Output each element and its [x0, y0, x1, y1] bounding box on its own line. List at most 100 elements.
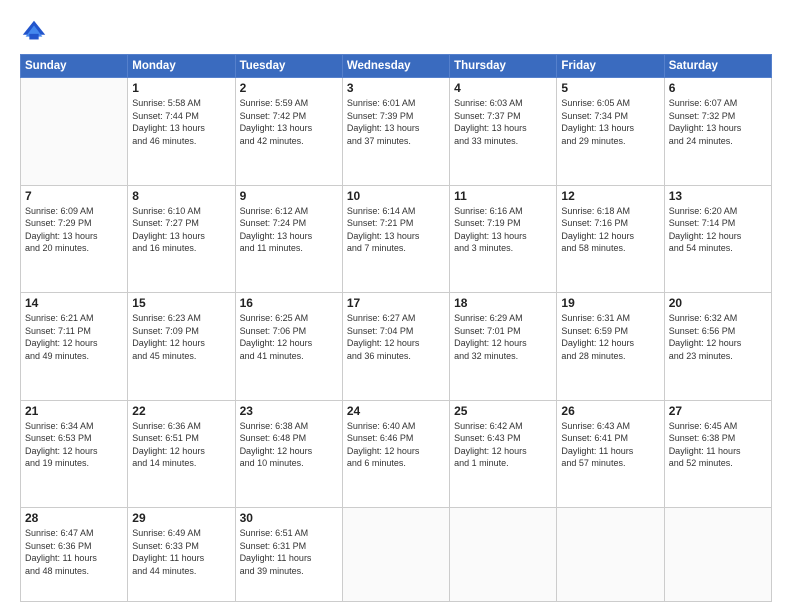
calendar-cell: 10 Sunrise: 6:14 AM Sunset: 7:21 PM Dayli…	[342, 185, 449, 293]
calendar-cell: 25 Sunrise: 6:42 AM Sunset: 6:43 PM Dayli…	[450, 400, 557, 508]
day-info: Sunrise: 6:29 AM Sunset: 7:01 PM Dayligh…	[454, 312, 552, 362]
calendar-cell: 22 Sunrise: 6:36 AM Sunset: 6:51 PM Dayli…	[128, 400, 235, 508]
calendar-cell: 12 Sunrise: 6:18 AM Sunset: 7:16 PM Dayli…	[557, 185, 664, 293]
day-info: Sunrise: 6:36 AM Sunset: 6:51 PM Dayligh…	[132, 420, 230, 470]
day-number: 9	[240, 189, 338, 203]
calendar-cell: 13 Sunrise: 6:20 AM Sunset: 7:14 PM Dayli…	[664, 185, 771, 293]
day-info: Sunrise: 6:01 AM Sunset: 7:39 PM Dayligh…	[347, 97, 445, 147]
logo-icon	[20, 18, 48, 46]
day-number: 14	[25, 296, 123, 310]
calendar-cell: 18 Sunrise: 6:29 AM Sunset: 7:01 PM Dayli…	[450, 293, 557, 401]
day-info: Sunrise: 6:43 AM Sunset: 6:41 PM Dayligh…	[561, 420, 659, 470]
calendar-cell: 14 Sunrise: 6:21 AM Sunset: 7:11 PM Dayli…	[21, 293, 128, 401]
day-info: Sunrise: 6:31 AM Sunset: 6:59 PM Dayligh…	[561, 312, 659, 362]
day-info: Sunrise: 6:32 AM Sunset: 6:56 PM Dayligh…	[669, 312, 767, 362]
day-info: Sunrise: 6:12 AM Sunset: 7:24 PM Dayligh…	[240, 205, 338, 255]
calendar-cell: 9 Sunrise: 6:12 AM Sunset: 7:24 PM Daylig…	[235, 185, 342, 293]
calendar-cell: 4 Sunrise: 6:03 AM Sunset: 7:37 PM Daylig…	[450, 78, 557, 186]
weekday-header-row: SundayMondayTuesdayWednesdayThursdayFrid…	[21, 55, 772, 78]
calendar-cell: 29 Sunrise: 6:49 AM Sunset: 6:33 PM Dayli…	[128, 508, 235, 602]
day-number: 18	[454, 296, 552, 310]
day-number: 25	[454, 404, 552, 418]
calendar-cell: 20 Sunrise: 6:32 AM Sunset: 6:56 PM Dayli…	[664, 293, 771, 401]
day-info: Sunrise: 6:47 AM Sunset: 6:36 PM Dayligh…	[25, 527, 123, 577]
calendar-week-2: 7Sunrise: 6:09 AM Sunset: 7:29 PM Daylig…	[21, 185, 772, 293]
day-number: 28	[25, 511, 123, 525]
day-number: 22	[132, 404, 230, 418]
header	[20, 18, 772, 46]
day-number: 19	[561, 296, 659, 310]
day-number: 20	[669, 296, 767, 310]
day-info: Sunrise: 6:49 AM Sunset: 6:33 PM Dayligh…	[132, 527, 230, 577]
day-number: 8	[132, 189, 230, 203]
day-info: Sunrise: 6:10 AM Sunset: 7:27 PM Dayligh…	[132, 205, 230, 255]
day-info: Sunrise: 6:27 AM Sunset: 7:04 PM Dayligh…	[347, 312, 445, 362]
day-info: Sunrise: 6:51 AM Sunset: 6:31 PM Dayligh…	[240, 527, 338, 577]
calendar-cell: 11Sunrise: 6:16 AM Sunset: 7:19 PM Dayli…	[450, 185, 557, 293]
calendar-cell	[21, 78, 128, 186]
day-info: Sunrise: 6:14 AM Sunset: 7:21 PM Dayligh…	[347, 205, 445, 255]
calendar-cell: 19 Sunrise: 6:31 AM Sunset: 6:59 PM Dayli…	[557, 293, 664, 401]
day-info: Sunrise: 6:21 AM Sunset: 7:11 PM Dayligh…	[25, 312, 123, 362]
weekday-header-wednesday: Wednesday	[342, 55, 449, 78]
calendar-cell	[342, 508, 449, 602]
calendar-cell: 15Sunrise: 6:23 AM Sunset: 7:09 PM Dayli…	[128, 293, 235, 401]
calendar-cell: 24 Sunrise: 6:40 AM Sunset: 6:46 PM Dayli…	[342, 400, 449, 508]
calendar-week-1: 1 Sunrise: 5:58 AM Sunset: 7:44 PM Daylig…	[21, 78, 772, 186]
calendar-cell: 27Sunrise: 6:45 AM Sunset: 6:38 PM Dayli…	[664, 400, 771, 508]
weekday-header-thursday: Thursday	[450, 55, 557, 78]
day-number: 12	[561, 189, 659, 203]
day-info: Sunrise: 5:58 AM Sunset: 7:44 PM Dayligh…	[132, 97, 230, 147]
day-info: Sunrise: 6:40 AM Sunset: 6:46 PM Dayligh…	[347, 420, 445, 470]
day-number: 6	[669, 81, 767, 95]
calendar-cell	[557, 508, 664, 602]
weekday-header-monday: Monday	[128, 55, 235, 78]
day-number: 10	[347, 189, 445, 203]
day-info: Sunrise: 6:42 AM Sunset: 6:43 PM Dayligh…	[454, 420, 552, 470]
day-number: 3	[347, 81, 445, 95]
day-info: Sunrise: 6:18 AM Sunset: 7:16 PM Dayligh…	[561, 205, 659, 255]
day-number: 21	[25, 404, 123, 418]
calendar-cell: 16Sunrise: 6:25 AM Sunset: 7:06 PM Dayli…	[235, 293, 342, 401]
day-number: 2	[240, 81, 338, 95]
day-info: Sunrise: 6:03 AM Sunset: 7:37 PM Dayligh…	[454, 97, 552, 147]
day-number: 5	[561, 81, 659, 95]
day-info: Sunrise: 6:05 AM Sunset: 7:34 PM Dayligh…	[561, 97, 659, 147]
weekday-header-friday: Friday	[557, 55, 664, 78]
weekday-header-sunday: Sunday	[21, 55, 128, 78]
day-info: Sunrise: 6:20 AM Sunset: 7:14 PM Dayligh…	[669, 205, 767, 255]
calendar-cell: 8 Sunrise: 6:10 AM Sunset: 7:27 PM Daylig…	[128, 185, 235, 293]
day-number: 4	[454, 81, 552, 95]
calendar-cell: 2 Sunrise: 5:59 AM Sunset: 7:42 PM Daylig…	[235, 78, 342, 186]
weekday-header-tuesday: Tuesday	[235, 55, 342, 78]
calendar-cell: 21 Sunrise: 6:34 AM Sunset: 6:53 PM Dayli…	[21, 400, 128, 508]
day-info: Sunrise: 6:34 AM Sunset: 6:53 PM Dayligh…	[25, 420, 123, 470]
day-number: 29	[132, 511, 230, 525]
day-info: Sunrise: 6:16 AM Sunset: 7:19 PM Dayligh…	[454, 205, 552, 255]
day-number: 24	[347, 404, 445, 418]
day-number: 1	[132, 81, 230, 95]
calendar-cell: 3 Sunrise: 6:01 AM Sunset: 7:39 PM Daylig…	[342, 78, 449, 186]
calendar-cell: 17 Sunrise: 6:27 AM Sunset: 7:04 PM Dayli…	[342, 293, 449, 401]
calendar: SundayMondayTuesdayWednesdayThursdayFrid…	[20, 54, 772, 602]
day-number: 30	[240, 511, 338, 525]
calendar-cell: 5 Sunrise: 6:05 AM Sunset: 7:34 PM Daylig…	[557, 78, 664, 186]
day-info: Sunrise: 5:59 AM Sunset: 7:42 PM Dayligh…	[240, 97, 338, 147]
calendar-cell: 6Sunrise: 6:07 AM Sunset: 7:32 PM Daylig…	[664, 78, 771, 186]
calendar-cell	[664, 508, 771, 602]
page: SundayMondayTuesdayWednesdayThursdayFrid…	[0, 0, 792, 612]
calendar-cell: 23Sunrise: 6:38 AM Sunset: 6:48 PM Dayli…	[235, 400, 342, 508]
calendar-cell: 1 Sunrise: 5:58 AM Sunset: 7:44 PM Daylig…	[128, 78, 235, 186]
calendar-cell: 7Sunrise: 6:09 AM Sunset: 7:29 PM Daylig…	[21, 185, 128, 293]
day-number: 13	[669, 189, 767, 203]
calendar-cell	[450, 508, 557, 602]
day-number: 17	[347, 296, 445, 310]
calendar-cell: 28 Sunrise: 6:47 AM Sunset: 6:36 PM Dayli…	[21, 508, 128, 602]
calendar-cell: 26 Sunrise: 6:43 AM Sunset: 6:41 PM Dayli…	[557, 400, 664, 508]
weekday-header-saturday: Saturday	[664, 55, 771, 78]
day-number: 26	[561, 404, 659, 418]
day-number: 15	[132, 296, 230, 310]
day-number: 7	[25, 189, 123, 203]
day-number: 23	[240, 404, 338, 418]
day-info: Sunrise: 6:25 AM Sunset: 7:06 PM Dayligh…	[240, 312, 338, 362]
